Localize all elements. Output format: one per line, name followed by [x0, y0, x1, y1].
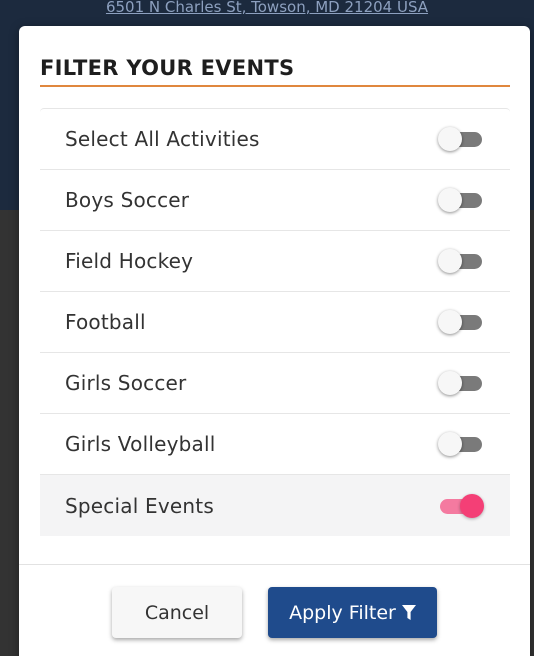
- special-events-toggle[interactable]: [438, 493, 484, 519]
- football-toggle[interactable]: [438, 309, 484, 335]
- activity-row-field-hockey[interactable]: Field Hockey: [40, 231, 510, 292]
- footer-divider: [19, 564, 530, 565]
- activity-list: Select All Activities Boys Soccer Field …: [40, 108, 510, 536]
- toggle-knob: [438, 249, 462, 273]
- activity-label: Girls Volleyball: [65, 432, 216, 456]
- activity-label: Select All Activities: [65, 127, 260, 151]
- filter-icon: [401, 604, 416, 620]
- activity-label: Special Events: [65, 493, 214, 518]
- venue-address-link: 6501 N Charles St, Towson, MD 21204 USA: [105, 0, 429, 16]
- toggle-knob: [438, 127, 462, 151]
- select-all-toggle[interactable]: [438, 126, 484, 152]
- toggle-knob: [438, 188, 462, 212]
- activity-label: Boys Soccer: [65, 188, 190, 212]
- activity-row-girls-volleyball[interactable]: Girls Volleyball: [40, 414, 510, 475]
- activity-label: Field Hockey: [65, 249, 194, 273]
- toggle-knob: [438, 371, 462, 395]
- activity-row-special-events[interactable]: Special Events: [40, 475, 510, 536]
- cancel-button-label: Cancel: [144, 601, 210, 624]
- activity-row-select-all[interactable]: Select All Activities: [40, 109, 510, 170]
- activity-row-girls-soccer[interactable]: Girls Soccer: [40, 353, 510, 414]
- activity-row-football[interactable]: Football: [40, 292, 510, 353]
- toggle-knob: [438, 310, 462, 334]
- cancel-button[interactable]: Cancel: [112, 587, 242, 638]
- modal-title: FILTER YOUR EVENTS: [40, 56, 295, 80]
- activity-label: Girls Soccer: [65, 371, 187, 395]
- toggle-knob: [438, 432, 462, 456]
- title-underline: [40, 85, 510, 87]
- apply-filter-button-label: Apply Filter: [289, 601, 396, 624]
- toggle-knob: [460, 493, 484, 518]
- girls-soccer-toggle[interactable]: [438, 370, 484, 396]
- modal-header: FILTER YOUR EVENTS: [40, 54, 510, 86]
- apply-filter-button[interactable]: Apply Filter: [268, 587, 437, 638]
- activity-row-boys-soccer[interactable]: Boys Soccer: [40, 170, 510, 231]
- boys-soccer-toggle[interactable]: [438, 187, 484, 213]
- filter-events-modal: FILTER YOUR EVENTS Select All Activities…: [19, 26, 530, 656]
- activity-label: Football: [65, 310, 146, 334]
- field-hockey-toggle[interactable]: [438, 248, 484, 274]
- girls-volleyball-toggle[interactable]: [438, 431, 484, 457]
